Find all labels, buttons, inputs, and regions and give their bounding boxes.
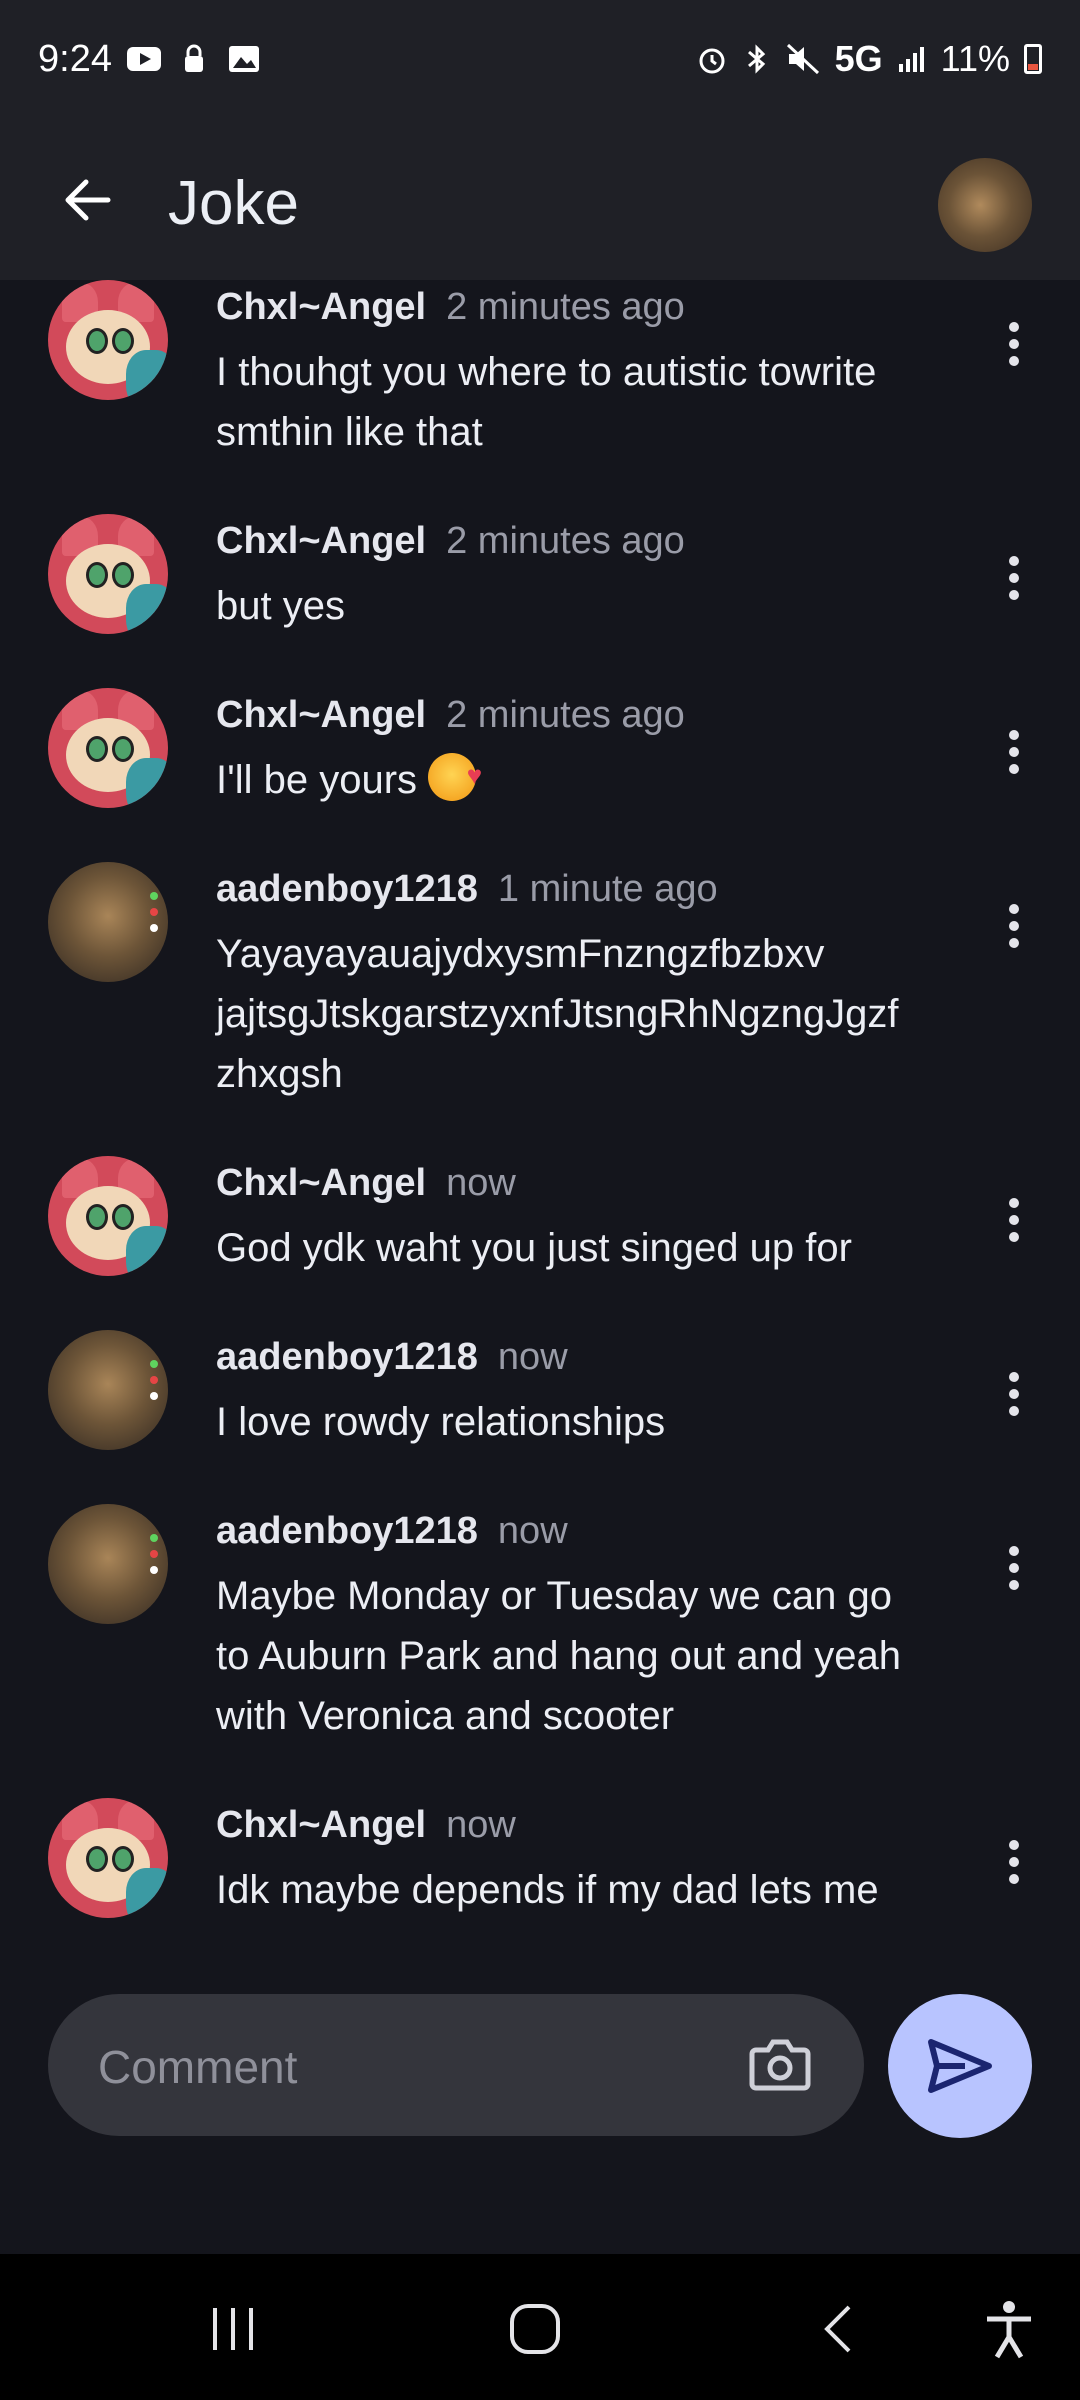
back-chevron-icon (824, 2305, 851, 2353)
comment-input[interactable] (96, 2038, 700, 2096)
more-options-icon[interactable] (1008, 1198, 1020, 1242)
accessibility-icon (987, 2301, 1031, 2359)
bluetooth-icon (747, 44, 765, 74)
more-options-icon[interactable] (1008, 1840, 1020, 1884)
avatar[interactable] (48, 862, 168, 982)
avatar[interactable] (48, 1156, 168, 1276)
page-title: Joke (168, 169, 299, 238)
recent-apps-icon (213, 2308, 253, 2350)
message-text: but yes (216, 584, 345, 628)
timestamp: now (446, 1804, 516, 1846)
more-options-icon[interactable] (1008, 1372, 1020, 1416)
battery-icon (1024, 44, 1042, 74)
more-options-icon[interactable] (1008, 1546, 1020, 1590)
timestamp: 2 minutes ago (446, 694, 685, 736)
message-text: Idk maybe depends if my dad lets me (216, 1868, 879, 1912)
home-icon (510, 2304, 560, 2354)
avatar[interactable] (48, 1504, 168, 1624)
accessibility-button[interactable] (974, 2294, 1044, 2364)
message-text: God ydk waht you just singed up for (216, 1226, 852, 1270)
timestamp: now (446, 1162, 516, 1204)
avatar[interactable] (48, 1330, 168, 1450)
message-text: I'll be yours (216, 745, 976, 810)
send-button[interactable] (888, 1994, 1032, 2138)
lock-icon (185, 44, 203, 72)
more-options-icon[interactable] (1008, 730, 1020, 774)
status-time: 9:24 (38, 38, 112, 80)
author-name[interactable]: Chxl~Angel (216, 694, 426, 736)
message-text: I thouhgt you where to autistic towrite … (216, 350, 877, 454)
back-button[interactable] (802, 2294, 872, 2364)
author-name[interactable]: Chxl~Angel (216, 1804, 426, 1846)
author-name[interactable]: Chxl~Angel (216, 1162, 426, 1204)
author-name[interactable]: Chxl~Angel (216, 286, 426, 328)
battery-percent: 11% (940, 38, 1010, 79)
image-icon (229, 46, 259, 72)
more-options-icon[interactable] (1008, 322, 1020, 366)
network-type: 5G (834, 38, 883, 79)
back-arrow-icon[interactable] (52, 164, 124, 236)
message-text: I love rowdy relationships (216, 1400, 666, 1444)
mute-icon (786, 43, 819, 75)
status-bar: 9:24 5G 11% (0, 0, 1080, 124)
timestamp: 2 minutes ago (446, 286, 685, 328)
timestamp: 2 minutes ago (446, 520, 685, 562)
signal-icon (898, 47, 924, 72)
timestamp: now (497, 1336, 568, 1378)
timestamp: now (497, 1510, 568, 1552)
alarm-icon (699, 48, 725, 74)
home-button[interactable] (500, 2294, 570, 2364)
camera-icon[interactable] (748, 2034, 812, 2094)
avatar[interactable] (48, 514, 168, 634)
youtube-icon (127, 47, 161, 71)
send-icon (928, 2039, 992, 2093)
more-options-icon[interactable] (1008, 904, 1020, 948)
avatar[interactable] (48, 280, 168, 400)
comment-composer (48, 1994, 864, 2136)
more-options-icon[interactable] (1008, 556, 1020, 600)
author-name[interactable]: aadenboy1218 (216, 1510, 478, 1552)
group-avatar[interactable] (938, 158, 1032, 252)
author-name[interactable]: aadenboy1218 (216, 868, 478, 910)
message-text: YayayayauajydxysmFnzngzfbzbxv jajtsgJtsk… (216, 932, 899, 1096)
top-app-bar: Joke (0, 124, 1080, 280)
avatar[interactable] (48, 1798, 168, 1918)
smiling-face-with-hearts-icon (428, 745, 482, 805)
system-nav-bar (0, 2254, 1080, 2400)
author-name[interactable]: Chxl~Angel (216, 520, 426, 562)
author-name[interactable]: aadenboy1218 (216, 1336, 478, 1378)
message-text: Maybe Monday or Tuesday we can go to Aub… (216, 1574, 901, 1738)
recent-apps-button[interactable] (198, 2294, 268, 2364)
timestamp: 1 minute ago (497, 868, 718, 910)
avatar[interactable] (48, 688, 168, 808)
